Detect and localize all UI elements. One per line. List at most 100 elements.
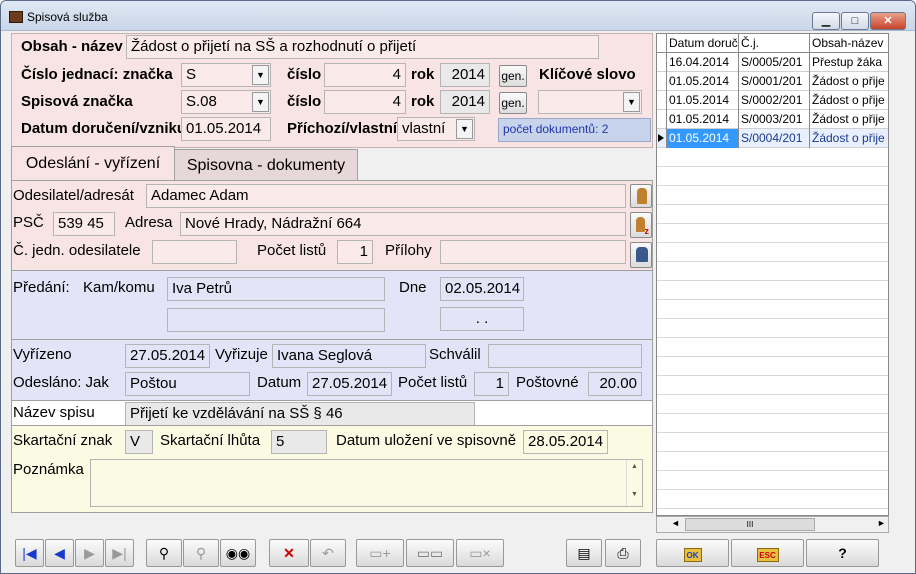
postovne-field[interactable]: 20.00	[588, 372, 642, 396]
prev-record-button[interactable]: ◀	[45, 539, 74, 567]
last-record-button[interactable]: ▶|	[105, 539, 134, 567]
next-record-button[interactable]: ▶	[75, 539, 104, 567]
gen-cj-button[interactable]: gen.	[499, 65, 527, 87]
dne-field-2[interactable]: . .	[440, 307, 524, 331]
first-record-button[interactable]: |◀	[15, 539, 44, 567]
person-edit-icon[interactable]	[630, 242, 652, 268]
grid-header-datum[interactable]: Datum doruč	[666, 34, 738, 53]
odeslano-label: Odesláno: Jak	[13, 374, 109, 391]
table-row[interactable]: 01.05.2014 S/0002/201 Žádost o přije	[657, 91, 888, 110]
chevron-down-icon[interactable]: ▼	[623, 92, 640, 112]
cell-cj: S/0002/201	[738, 91, 809, 110]
cj-cislo-field[interactable]: 4	[324, 63, 406, 87]
pocet-listu-field[interactable]: 1	[337, 240, 373, 264]
vyrizuje-field[interactable]: Ivana Seglová	[272, 344, 426, 368]
datum-doruceni-field[interactable]: 01.05.2014	[181, 117, 271, 141]
cj-odesilatele-label: Č. jedn. odesilatele	[13, 242, 141, 259]
cj-odesilatele-field[interactable]	[152, 240, 237, 264]
pocet-listu-odes-field[interactable]: 1	[474, 372, 509, 396]
help-button[interactable]: ?	[806, 539, 879, 567]
prichozi-select[interactable]: vlastní ▼	[397, 117, 475, 141]
postovne-label: Poštovné	[516, 374, 579, 391]
ok-button[interactable]: OK	[656, 539, 729, 567]
window-title: Spisová služba	[27, 10, 108, 24]
esc-button[interactable]: ESC	[731, 539, 804, 567]
scroll-thumb[interactable]: III	[685, 518, 815, 531]
prilohy-label: Přílohy	[385, 242, 432, 259]
poznamka-scrollbar[interactable]: ▲ ▼	[626, 460, 642, 506]
spis-znacka-value: S.08	[186, 93, 217, 110]
datum-odeslani-label: Datum	[257, 374, 302, 391]
print-icon[interactable]: ⎙	[605, 539, 641, 567]
cj-znacka-select[interactable]: S ▼	[181, 63, 271, 87]
prilohy-field[interactable]	[440, 240, 626, 264]
skartacni-znak-field[interactable]: V	[125, 430, 153, 454]
klicove-slovo-select[interactable]: ▼	[538, 90, 642, 114]
psc-field[interactable]: 539 45	[53, 212, 115, 236]
cj-rok-field[interactable]: 2014	[440, 63, 490, 87]
clear-record-icon[interactable]: ▭×	[456, 539, 504, 567]
gen-spis-button[interactable]: gen.	[499, 92, 527, 114]
close-button[interactable]: ✕	[870, 12, 906, 30]
grid-header-cj[interactable]: Č.j.	[738, 34, 809, 53]
person-sort-icon[interactable]: z	[630, 212, 652, 238]
spis-rok-field[interactable]: 2014	[440, 90, 490, 114]
nazev-spisu-field[interactable]: Přijetí ke vzdělávání na SŠ § 46	[125, 402, 475, 426]
filter-off-icon[interactable]: ⚲	[183, 539, 219, 567]
datum-odeslani-field[interactable]: 27.05.2014	[307, 372, 392, 396]
undo-icon[interactable]: ↶	[310, 539, 346, 567]
chevron-down-icon[interactable]: ▼	[456, 119, 473, 139]
spis-cislo-field[interactable]: 4	[324, 90, 406, 114]
poznamka-label: Poznámka	[13, 461, 84, 478]
minimize-button[interactable]: ▁	[812, 12, 840, 30]
pocet-dokumentu-badge: počet dokumentů: 2	[498, 118, 651, 142]
predani-label: Předání:	[13, 279, 70, 296]
kam-komu-field[interactable]: Iva Petrů	[167, 277, 385, 301]
tab-odeslani[interactable]: Odeslání - vyřízení	[11, 146, 175, 181]
ok-folder-icon: OK	[683, 548, 702, 562]
records-grid[interactable]: Datum doruč Č.j. Obsah-název 16.04.2014 …	[656, 33, 889, 516]
vyrizeno-field[interactable]: 27.05.2014	[125, 344, 210, 368]
table-row[interactable]: 16.04.2014 S/0005/201 Přestup žáka	[657, 53, 888, 72]
odesilatel-field[interactable]: Adamec Adam	[146, 184, 626, 208]
table-row-selected[interactable]: 01.05.2014 S/0004/201 Žádost o přije	[657, 129, 888, 148]
psc-label: PSČ	[13, 214, 44, 231]
dne-field[interactable]: 02.05.2014	[440, 277, 524, 301]
adresa-field[interactable]: Nové Hrady, Nádražní 664	[180, 212, 626, 236]
maximize-button[interactable]: □	[841, 12, 869, 30]
grid-empty-rows	[657, 148, 888, 515]
schvalil-field[interactable]	[488, 344, 642, 368]
table-row[interactable]: 01.05.2014 S/0001/201 Žádost o přije	[657, 72, 888, 91]
cell-datum: 01.05.2014	[666, 72, 738, 91]
copy-record-icon[interactable]: ▭▭	[406, 539, 454, 567]
prichozi-label: Příchozí/vlastní	[287, 120, 398, 137]
person-search-icon[interactable]	[630, 184, 652, 208]
cell-obsah: Žádost o přije	[809, 72, 888, 91]
find-binoculars-icon[interactable]: ◉◉	[220, 539, 256, 567]
spis-rok-label: rok	[411, 93, 435, 110]
kam-komu-field-2[interactable]	[167, 308, 385, 332]
skartacni-lhuta-field[interactable]: 5	[271, 430, 327, 454]
cell-obsah: Přestup žáka	[809, 53, 888, 72]
poznamka-field[interactable]	[90, 459, 643, 507]
cell-datum: 01.05.2014	[666, 129, 738, 148]
grid-hscrollbar[interactable]: ◄ III ►	[656, 516, 889, 533]
add-record-icon[interactable]: ▭+	[356, 539, 404, 567]
chevron-down-icon[interactable]: ▼	[252, 65, 269, 85]
tab-spisovna[interactable]: Spisovna - dokumenty	[174, 149, 358, 181]
cell-datum: 01.05.2014	[666, 91, 738, 110]
cj-label: Číslo jednací: značka	[21, 66, 173, 83]
schvalil-label: Schválil	[429, 346, 481, 363]
grid-header-obsah[interactable]: Obsah-název	[809, 34, 888, 53]
table-row[interactable]: 01.05.2014 S/0003/201 Žádost o přije	[657, 110, 888, 129]
cell-obsah: Žádost o přije	[809, 110, 888, 129]
datum-ulozeni-field[interactable]: 28.05.2014	[523, 430, 608, 454]
spis-znacka-select[interactable]: S.08 ▼	[181, 90, 271, 114]
report-icon[interactable]: ▤	[566, 539, 602, 567]
chevron-down-icon[interactable]: ▼	[252, 92, 269, 112]
vyrizuje-label: Vyřizuje	[215, 346, 268, 363]
jak-field[interactable]: Poštou	[125, 372, 250, 396]
filter-icon[interactable]: ⚲	[146, 539, 182, 567]
delete-record-icon[interactable]: ✕	[269, 539, 309, 567]
obsah-field[interactable]: Žádost o přijetí na SŠ a rozhodnutí o př…	[126, 35, 599, 59]
